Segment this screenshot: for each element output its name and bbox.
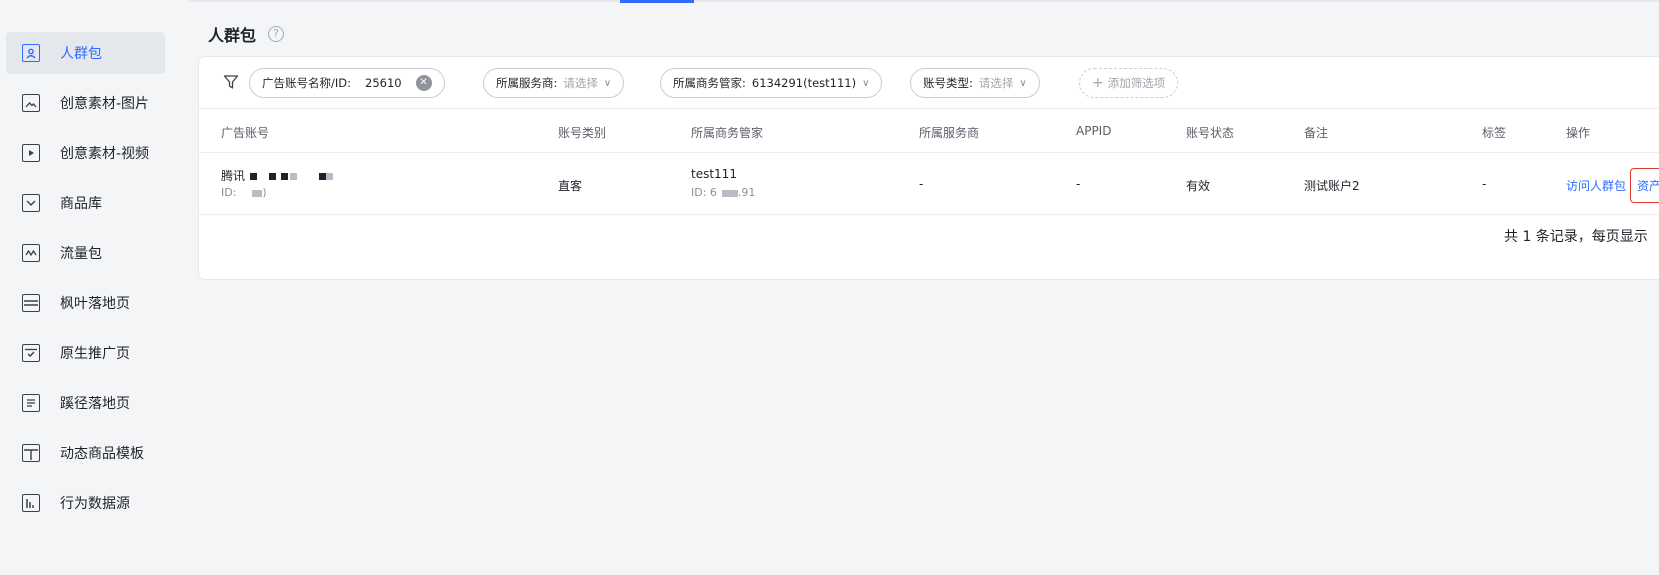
visit-audience-link[interactable]: 访问人群包 [1566,177,1626,194]
th-ad-account: 广告账号 [221,126,270,140]
filter-account-key: 广告账号名称/ID: [262,76,351,90]
help-icon[interactable]: ? [268,26,284,42]
chevron-down-icon: ∨ [603,77,612,89]
bar-chart-icon [22,494,40,512]
inbox-icon [22,194,40,212]
filter-provider-value: 请选择 [563,76,598,90]
th-remark: 备注 [1304,126,1329,140]
list-icon [22,294,40,312]
play-icon [22,144,40,162]
manager-name: test111 [691,167,737,181]
user-card-icon [22,44,40,62]
sidebar-item-product-library[interactable]: 商品库 [6,182,165,224]
plus-icon: + [1092,75,1104,91]
appid-value: - [1076,177,1081,191]
check-box-icon [22,344,40,362]
sidebar: 人群包 创意素材-图片 创意素材-视频 商品库 流量包 枫叶落地页 原生推广页 … [0,0,188,575]
image-icon [22,94,40,112]
filter-provider-key: 所属服务商: [496,76,558,90]
sidebar-item-native-promo[interactable]: 原生推广页 [6,332,165,374]
filter-type-key: 账号类型: [923,76,973,90]
th-account-category: 账号类别 [558,126,607,140]
filter-account[interactable]: 广告账号名称/ID: 25610 ✕ [249,68,445,98]
remark-value: 测试账户2 [1304,179,1360,193]
template-icon [22,444,40,462]
sidebar-item-dynamic-template[interactable]: 动态商品模板 [6,432,165,474]
chevron-down-icon: ∨ [862,77,870,89]
sidebar-item-maple-landing[interactable]: 枫叶落地页 [6,282,165,324]
sidebar-item-behavior-data[interactable]: 行为数据源 [6,482,165,524]
sidebar-item-label: 流量包 [60,246,102,262]
sidebar-item-label: 动态商品模板 [60,446,144,462]
sidebar-item-label: 行为数据源 [60,496,130,512]
filter-bar: 广告账号名称/ID: 25610 ✕ 所属服务商: 请选择 ∨ 所属商务管家: … [199,57,1659,109]
table-header: 广告账号 账号类别 所属商务管家 所属服务商 APPID 账号状态 备注 标签 … [199,109,1659,153]
account-name: 腾讯 [221,167,334,184]
sidebar-item-label: 人群包 [60,46,102,62]
provider-value: - [919,177,924,191]
filter-icon[interactable] [223,74,239,94]
chart-icon [22,244,40,262]
top-divider [0,0,1659,2]
filter-account-type[interactable]: 账号类型: 请选择 ∨ [910,68,1040,98]
page-title: 人群包 [208,26,257,45]
sidebar-item-label: 创意素材-图片 [60,96,150,112]
sidebar-item-label: 创意素材-视频 [60,146,150,162]
sidebar-item-label: 原生推广页 [60,346,130,362]
table-row: 腾讯 ID:) 直客 test111 ID: 6.91 - - 有效 测试账户2… [199,153,1659,215]
filter-manager-value: 6134291(test111) [751,76,857,90]
th-manager: 所属商务管家 [691,126,764,140]
manager-id: ID: 6.91 [691,186,756,199]
sidebar-item-xijing-landing[interactable]: 蹊径落地页 [6,382,165,424]
audience-table-card: 广告账号名称/ID: 25610 ✕ 所属服务商: 请选择 ∨ 所属商务管家: … [198,56,1659,280]
account-id: ID:) [221,186,267,199]
top-tab-indicator [620,0,694,3]
filter-type-value: 请选择 [978,76,1014,90]
document-icon [22,394,40,412]
sidebar-item-label: 蹊径落地页 [60,396,130,412]
filter-manager[interactable]: 所属商务管家: 6134291(test111) ∨ [660,68,883,98]
asset-link[interactable]: 资产 [1630,168,1659,203]
status-value: 有效 [1186,179,1211,193]
th-actions: 操作 [1566,126,1591,140]
sidebar-item-label: 商品库 [60,196,102,212]
filter-provider[interactable]: 所属服务商: 请选择 ∨ [483,68,625,98]
chevron-down-icon: ∨ [1019,77,1027,89]
tag-value: - [1482,177,1487,191]
sidebar-item-traffic-pack[interactable]: 流量包 [6,232,165,274]
add-filter-button[interactable]: + 添加筛选项 [1079,68,1179,98]
th-provider: 所属服务商 [919,126,980,140]
clear-icon[interactable]: ✕ [415,75,432,91]
th-status: 账号状态 [1186,126,1235,140]
sidebar-item-label: 枫叶落地页 [60,296,130,312]
pagination-summary: 共 1 条记录，每页显示 [1504,229,1648,245]
add-filter-label: 添加筛选项 [1107,76,1166,90]
account-category: 直客 [558,179,583,193]
sidebar-item-creative-video[interactable]: 创意素材-视频 [6,132,165,174]
sidebar-item-audience[interactable]: 人群包 [6,32,165,74]
th-appid: APPID [1076,124,1112,138]
th-tag: 标签 [1482,126,1507,140]
filter-manager-key: 所属商务管家: [673,76,746,90]
sidebar-item-creative-image[interactable]: 创意素材-图片 [6,82,165,124]
filter-account-value: 25610 [365,76,402,90]
